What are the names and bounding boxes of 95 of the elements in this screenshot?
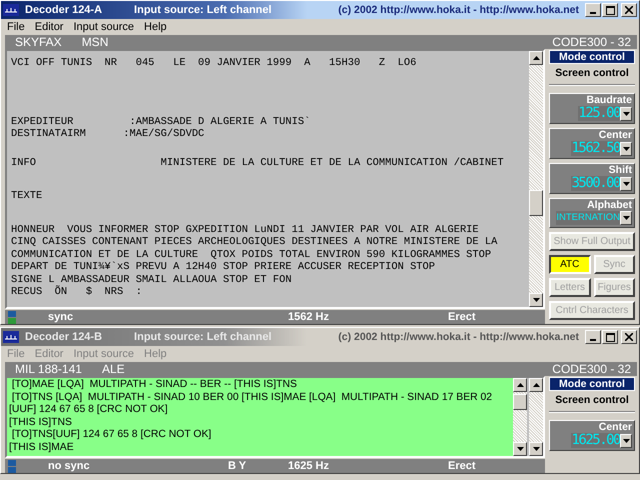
caret-icon bbox=[622, 216, 630, 220]
code-label: CODE300 - 32 bbox=[552, 35, 631, 49]
input-source-label: Input source: Left channel bbox=[134, 4, 272, 16]
output-line: [TO]MAE [LQA] MULTIPATH - SINAD -- BER -- [THIS IS]TNS bbox=[10, 379, 298, 392]
protocol-label: ALE bbox=[102, 362, 125, 376]
output-line: CINQ CAISSES CONTENANT PIECES ARCHEOLOGIQUES DESTINEES A NOTRE MINISTERE DE LA bbox=[11, 236, 498, 248]
dropdown-button[interactable] bbox=[620, 106, 632, 120]
code-label: CODE300 - 32 bbox=[552, 362, 631, 376]
digital-readout: 3500.00 bbox=[571, 176, 620, 191]
close-button[interactable] bbox=[621, 330, 637, 344]
panel-button[interactable]: ATC bbox=[549, 255, 590, 274]
caret-icon bbox=[622, 182, 630, 186]
up-arrow-icon bbox=[532, 56, 540, 60]
output-line: RECUS ÕN $ NRS : bbox=[11, 286, 143, 298]
down-arrow-icon bbox=[532, 298, 540, 302]
mode-status: B Y bbox=[228, 460, 246, 472]
scrollbar-thumb[interactable] bbox=[513, 394, 527, 410]
minimize-button[interactable] bbox=[585, 3, 601, 17]
maximize-button[interactable] bbox=[602, 330, 618, 344]
screen-control-tab[interactable]: Screen control bbox=[549, 64, 635, 84]
output-line: SIGNE L AMBASSADEUR SMAIL ALLAOUA STOP ET FON bbox=[11, 274, 293, 286]
app-icon bbox=[3, 4, 19, 16]
output-line: TEXTE bbox=[11, 190, 44, 202]
scroll-down-button[interactable] bbox=[513, 442, 527, 456]
output-line: INFO MINISTERE DE LA CULTURE ET DE LA COMMUNICATION /CABINET bbox=[11, 156, 505, 169]
up-arrow-icon bbox=[532, 383, 540, 387]
mode-label: MIL 188-141 bbox=[15, 362, 82, 376]
mode-label: SKYFAX bbox=[15, 35, 62, 49]
copyright-text: (c) 2002 http://www.hoka.it - http://www.hoka.net bbox=[338, 331, 579, 343]
polarity-status: Erect bbox=[448, 311, 476, 323]
scroll-up-button[interactable] bbox=[513, 378, 527, 392]
close-button[interactable] bbox=[621, 3, 637, 17]
copyright-text: (c) 2002 http://www.hoka.it - http://www.hoka.net bbox=[338, 4, 579, 16]
menu-item[interactable]: File bbox=[7, 21, 25, 33]
mode-control-tab[interactable]: Mode control bbox=[549, 50, 635, 64]
setting-label: Baudrate bbox=[585, 94, 632, 106]
sync-status: no sync bbox=[48, 460, 91, 472]
polarity-status: Erect bbox=[448, 460, 476, 472]
caret-icon bbox=[622, 112, 630, 116]
output-line: DEPART DE TUNI¾¥`xS PREVU A 12H40 STOP PRIERE ACCUSER RECEPTION STOP bbox=[11, 261, 436, 274]
up-arrow-icon bbox=[516, 383, 524, 387]
output-line: HONNEUR VOUS INFORMER STOP GXPEDITION LuNDI 11 JANVIER PAR VOL AIR ALGERIE bbox=[11, 224, 480, 236]
window-title: Decoder 124-B bbox=[25, 331, 102, 343]
mode-control-tab[interactable]: Mode control bbox=[549, 377, 635, 391]
frequency-status: 1562 Hz bbox=[288, 311, 330, 323]
scroll-down-button[interactable] bbox=[529, 293, 543, 307]
app-icon bbox=[3, 331, 19, 343]
close-icon bbox=[625, 333, 633, 341]
menu-item[interactable]: Input source bbox=[73, 21, 134, 33]
output-line: [THIS IS]MAE bbox=[9, 442, 75, 454]
menu-item[interactable]: Editor bbox=[34, 348, 64, 360]
input-source-label: Input source: Left channel bbox=[134, 331, 272, 343]
output-line: VCI OFF TUNIS NR 045 LE 09 JANVIER 1999 A 15H30 Z LO6 bbox=[11, 57, 418, 70]
digital-readout: 1625.00 bbox=[571, 433, 620, 448]
setting-label: Center bbox=[598, 421, 632, 433]
menu-item[interactable]: File bbox=[7, 348, 25, 360]
menu-item[interactable]: Editor bbox=[34, 21, 64, 33]
digital-readout: 1562.50 bbox=[571, 141, 620, 156]
scroll-up-button[interactable] bbox=[529, 51, 543, 65]
output-line: [UUF] 124 67 65 8 [CRC NOT OK] bbox=[9, 404, 169, 416]
minimize-button[interactable] bbox=[585, 330, 601, 344]
scroll-down-button[interactable] bbox=[529, 442, 543, 456]
output-line: [TO]TNS [LQA] MULTIPATH - SINAD 10 BER 00 [THIS IS]MAE [LQA] MULTIPATH - SINAD 17 BER 02 bbox=[10, 392, 494, 404]
output-line: [TO]TNS[UUF] 124 67 65 8 [CRC NOT OK] bbox=[10, 429, 212, 442]
menu-item[interactable]: Help bbox=[144, 348, 167, 360]
maximize-button[interactable] bbox=[602, 3, 618, 17]
down-arrow-icon bbox=[532, 447, 540, 451]
menu-item[interactable]: Help bbox=[144, 21, 167, 33]
caret-icon bbox=[622, 146, 630, 150]
frequency-status: 1625 Hz bbox=[288, 460, 330, 472]
select-value[interactable]: INTERNATION bbox=[556, 211, 620, 225]
screen-control-tab[interactable]: Screen control bbox=[549, 391, 635, 411]
window-title: Decoder 124-A bbox=[25, 4, 102, 16]
output-line: [THIS IS]TNS bbox=[9, 416, 73, 429]
maximize-icon bbox=[606, 332, 614, 342]
setting-label: Alphabet bbox=[586, 199, 632, 211]
output-line: DESTINATAIRM :MAE/SG/SDVDC bbox=[11, 128, 206, 140]
digital-readout: 125.00 bbox=[578, 106, 620, 121]
dropdown-button[interactable] bbox=[620, 142, 632, 156]
dropdown-button[interactable] bbox=[620, 211, 632, 225]
maximize-icon bbox=[606, 6, 614, 14]
sync-status: sync bbox=[48, 311, 74, 323]
output-line: EXPEDITEUR :AMBASSADE D ALGERIE A TUNIS` bbox=[11, 116, 312, 128]
setting-label: Shift bbox=[608, 164, 632, 176]
scrollbar-thumb[interactable] bbox=[529, 190, 543, 216]
scroll-up-button[interactable] bbox=[529, 378, 543, 392]
protocol-label: MSN bbox=[82, 35, 108, 49]
dropdown-button[interactable] bbox=[620, 434, 632, 448]
output-line: COMMUNICATION ET DE LA CULTURE QTOX POIDS TOTAL ENVIRON 590 KILOGRAMMES STOP bbox=[11, 248, 492, 261]
caret-icon bbox=[622, 438, 630, 442]
close-icon bbox=[625, 6, 633, 14]
menu-item[interactable]: Input source bbox=[73, 348, 134, 360]
setting-label: Center bbox=[598, 129, 632, 141]
down-arrow-icon bbox=[516, 447, 524, 451]
dropdown-button[interactable] bbox=[620, 176, 632, 190]
